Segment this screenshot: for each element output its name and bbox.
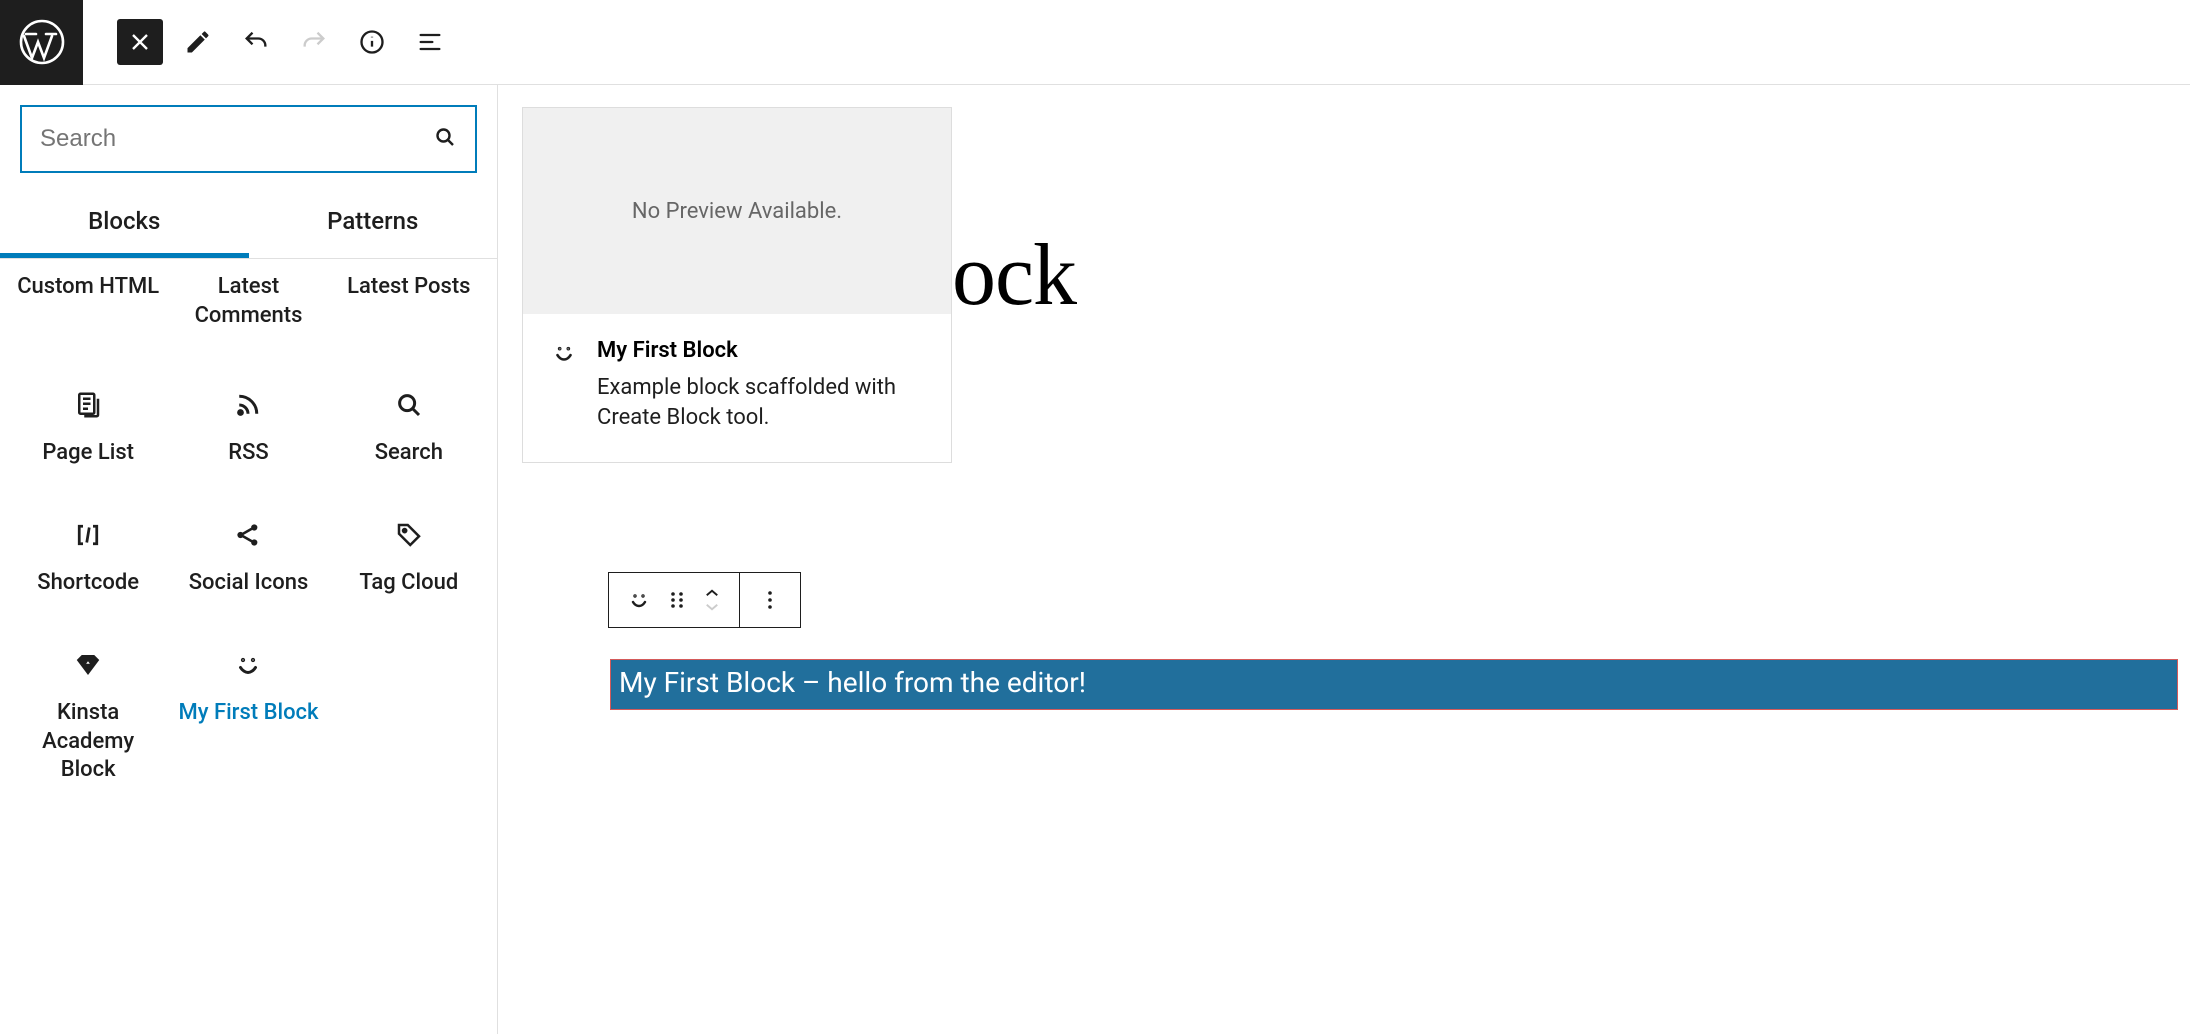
block-kinsta-academy[interactable]: Kinsta Academy Block (8, 623, 168, 795)
block-label: Latest Comments (176, 273, 320, 330)
search-icon (394, 385, 424, 425)
block-latest-comments[interactable]: Latest Comments (168, 267, 328, 347)
tab-patterns[interactable]: Patterns (249, 193, 498, 258)
list-view-button[interactable] (407, 19, 453, 65)
page-list-icon (73, 385, 103, 425)
block-inserter-panel: Blocks Patterns Custom HTML Latest Comme… (0, 85, 498, 1034)
block-latest-posts[interactable]: Latest Posts (329, 267, 489, 347)
block-preview-card: No Preview Available. My First Block Exa… (522, 107, 952, 463)
my-first-block-instance[interactable]: My First Block – hello from the editor! (610, 659, 2178, 710)
block-label: Tag Cloud (359, 569, 458, 598)
block-label: Page List (42, 439, 134, 468)
info-button[interactable] (349, 19, 395, 65)
block-type-button[interactable] (627, 588, 651, 612)
drag-handle[interactable] (665, 588, 689, 612)
block-custom-html[interactable]: Custom HTML (8, 267, 168, 347)
block-content-text: My First Block – hello from the editor! (619, 666, 1086, 699)
block-label: Social Icons (189, 569, 309, 598)
block-label: RSS (228, 439, 269, 468)
undo-button[interactable] (233, 19, 279, 65)
move-down-button[interactable] (703, 601, 721, 613)
smiley-icon (551, 340, 577, 370)
smiley-icon (233, 645, 263, 685)
block-label: Custom HTML (17, 273, 159, 302)
share-icon (233, 515, 263, 555)
block-label: Search (375, 439, 443, 468)
block-my-first-block[interactable]: My First Block (168, 623, 328, 795)
redo-button[interactable] (291, 19, 337, 65)
search-icon (433, 125, 457, 153)
post-title-partial: ock (952, 225, 1076, 326)
block-label: My First Block (178, 699, 318, 728)
block-toolbar (608, 572, 801, 628)
wordpress-logo[interactable] (0, 0, 83, 85)
block-page-list[interactable]: Page List (8, 363, 168, 493)
more-options-button[interactable] (758, 588, 782, 612)
preview-title: My First Block (597, 338, 923, 363)
block-search[interactable]: Search (329, 363, 489, 493)
tag-icon (394, 515, 424, 555)
preview-description: Example block scaffolded with Create Blo… (597, 373, 923, 432)
tab-blocks[interactable]: Blocks (0, 193, 249, 258)
close-inserter-button[interactable] (117, 19, 163, 65)
search-input[interactable] (40, 125, 433, 153)
block-social-icons[interactable]: Social Icons (168, 493, 328, 623)
block-shortcode[interactable]: Shortcode (8, 493, 168, 623)
edit-tool-button[interactable] (175, 19, 221, 65)
rss-icon (233, 385, 263, 425)
block-tag-cloud[interactable]: Tag Cloud (329, 493, 489, 623)
block-rss[interactable]: RSS (168, 363, 328, 493)
editor-canvas: No Preview Available. My First Block Exa… (498, 85, 2190, 1034)
shortcode-icon (73, 515, 103, 555)
block-label: Latest Posts (347, 273, 470, 302)
preview-placeholder: No Preview Available. (523, 108, 951, 314)
diamond-icon (73, 645, 103, 685)
move-up-button[interactable] (703, 587, 721, 599)
search-box[interactable] (20, 105, 477, 173)
block-label: Shortcode (37, 569, 139, 598)
block-label: Kinsta Academy Block (16, 699, 160, 785)
